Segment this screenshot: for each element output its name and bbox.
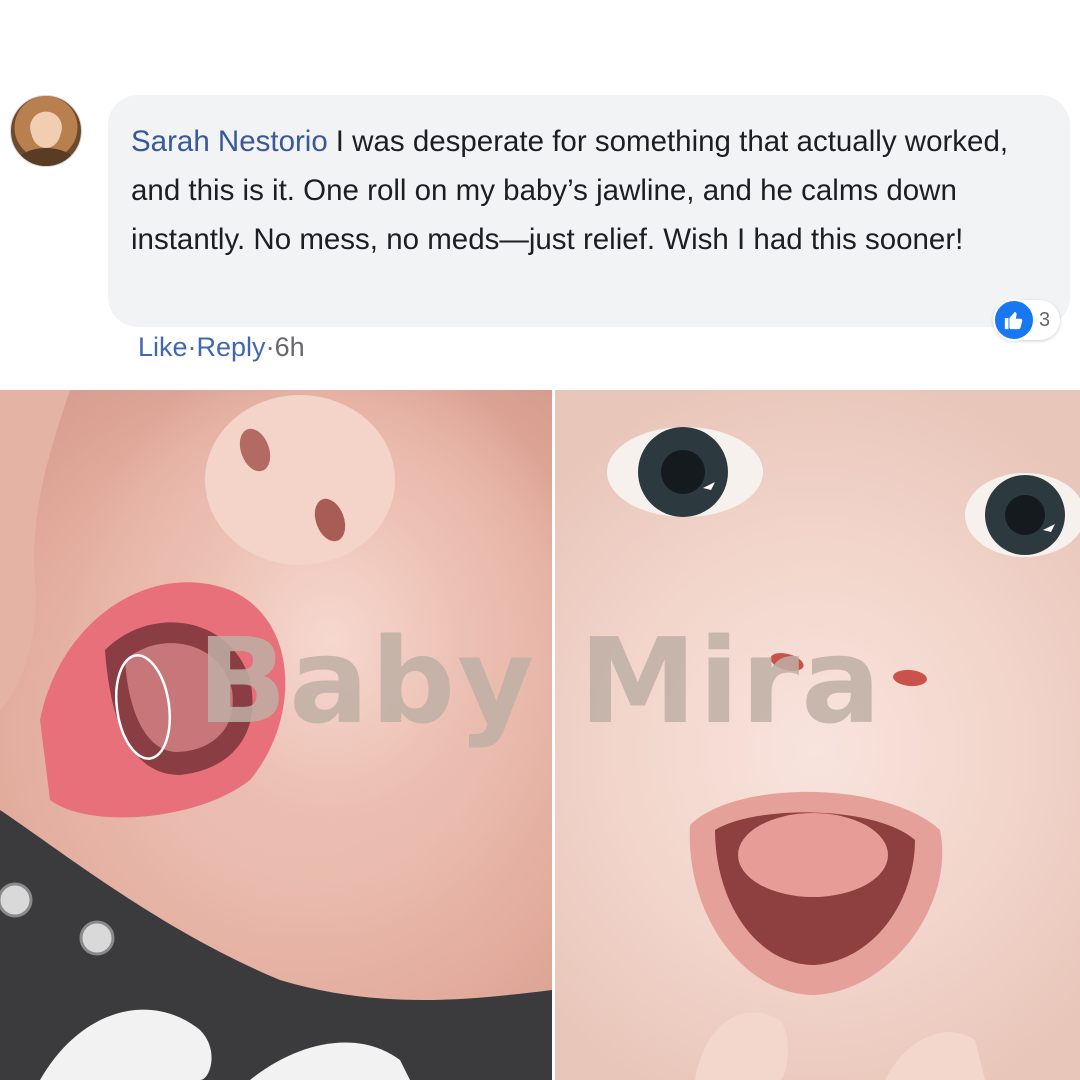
comment-body: Sarah Nestorio I was desperate for someth… (131, 117, 1036, 264)
avatar-face (31, 112, 61, 148)
avatar-shoulders (17, 148, 75, 166)
photo-infant-face (555, 390, 1080, 1080)
comment-actions: Like·Reply·6h (138, 332, 305, 363)
thumbs-up-icon (993, 299, 1035, 341)
reaction-badge[interactable]: 3 (993, 299, 1061, 341)
photo-left-illustration (0, 390, 552, 1080)
like-link[interactable]: Like (138, 332, 188, 362)
reply-link[interactable]: Reply (197, 332, 266, 362)
action-separator: · (187, 332, 197, 362)
action-separator: · (265, 332, 275, 362)
avatar[interactable] (10, 95, 82, 167)
photo-right-illustration (607, 427, 1080, 1080)
comment-author-link[interactable]: Sarah Nestorio (131, 125, 328, 158)
photo-infant-mouth-closeup (0, 390, 552, 1080)
reaction-count: 3 (1039, 308, 1051, 331)
comment-timestamp[interactable]: 6h (275, 332, 305, 362)
comment-bubble: Sarah Nestorio I was desperate for someth… (108, 95, 1070, 327)
